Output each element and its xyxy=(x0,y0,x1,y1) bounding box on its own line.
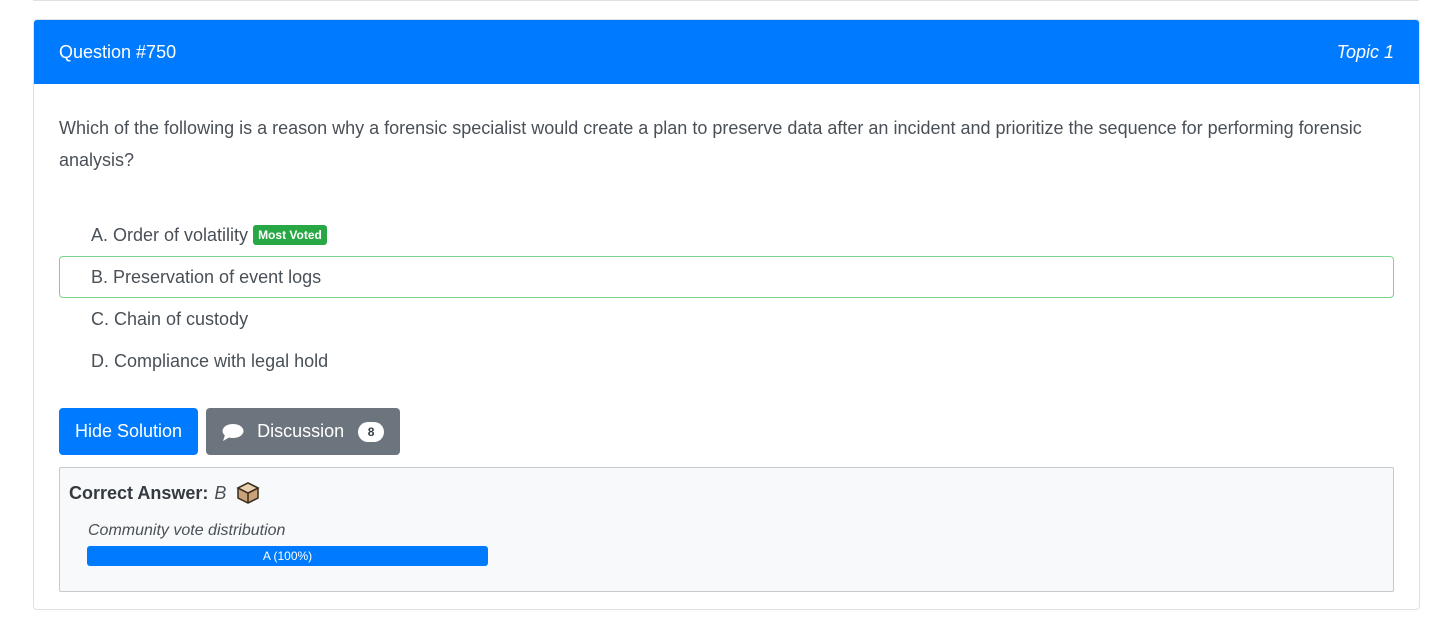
vote-distribution-title: Community vote distribution xyxy=(88,522,286,539)
discussion-label: Discussion xyxy=(257,421,345,441)
choice-a[interactable]: A. Order of volatility Most Voted xyxy=(59,214,1394,256)
top-divider xyxy=(33,0,1419,1)
choice-label: D. Compliance with legal hold xyxy=(91,350,329,371)
discussion-count-badge: 8 xyxy=(358,421,385,442)
choice-d[interactable]: D. Compliance with legal hold xyxy=(59,340,1394,382)
choice-label: C. Chain of custody xyxy=(91,308,249,329)
question-header: Question #750 Topic 1 xyxy=(34,20,1419,84)
vote-bar-track: A (100%) xyxy=(87,546,488,566)
choice-c[interactable]: C. Chain of custody xyxy=(59,298,1394,340)
choice-label: B. Preservation of event logs xyxy=(91,266,322,287)
choice-b[interactable]: B. Preservation of event logs xyxy=(59,256,1394,298)
question-card: Question #750 Topic 1 Which of the follo… xyxy=(33,19,1420,610)
most-voted-badge: Most Voted xyxy=(253,225,327,245)
correct-answer-value: B xyxy=(214,482,227,503)
correct-answer-label: Correct Answer: xyxy=(69,482,209,503)
question-body: Which of the following is a reason why a… xyxy=(34,112,1419,592)
box-icon xyxy=(236,481,261,505)
choice-label: A. Order of volatility xyxy=(91,224,249,245)
vote-bar-a: A (100%) xyxy=(87,546,488,566)
action-buttons: Hide Solution Discussion 8 xyxy=(59,408,1394,455)
solution-box: Correct Answer: B Community vote distrib… xyxy=(59,467,1394,592)
hide-solution-button[interactable]: Hide Solution xyxy=(59,408,199,455)
question-text: Which of the following is a reason why a… xyxy=(59,118,1362,170)
discussion-button[interactable]: Discussion 8 xyxy=(206,408,401,455)
chat-bubble-icon xyxy=(221,422,245,442)
correct-answer-line: Correct Answer: B xyxy=(69,480,1384,506)
question-number: Question #750 xyxy=(59,41,177,62)
topic-label: Topic 1 xyxy=(1336,41,1394,62)
choice-list: A. Order of volatility Most Voted B. Pre… xyxy=(59,214,1394,382)
